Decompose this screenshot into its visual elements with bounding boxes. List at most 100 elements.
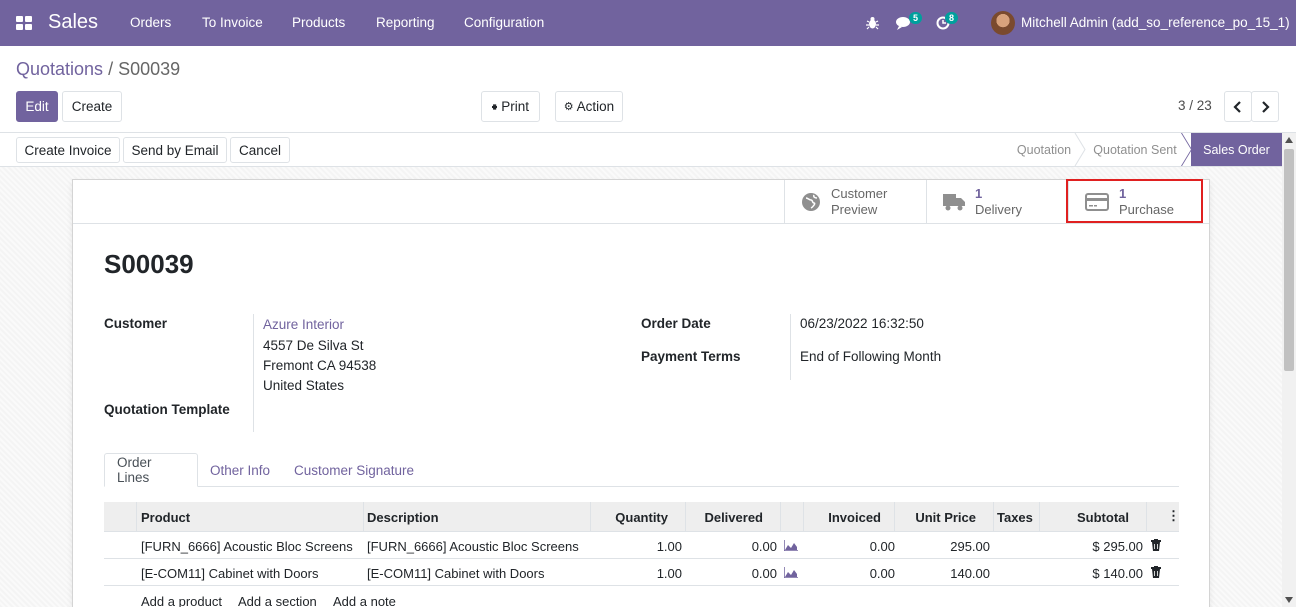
form-statusbar: Create Invoice Send by Email Cancel Quot…	[0, 133, 1296, 167]
row-unit-price: 295.00	[950, 539, 990, 554]
row-product[interactable]: [E-COM11] Cabinet with Doors	[141, 566, 319, 581]
customer-label: Customer	[104, 316, 168, 331]
action-button[interactable]: ⚙ Action	[555, 91, 623, 122]
trash-icon[interactable]	[1151, 539, 1161, 551]
table-row[interactable]: [E-COM11] Cabinet with Doors [E-COM11] C…	[104, 559, 1179, 586]
row-subtotal: $ 140.00	[1092, 566, 1143, 581]
field-divider	[790, 314, 791, 380]
row-description: [FURN_6666] Acoustic Bloc Screens	[367, 539, 579, 554]
row-unit-price: 140.00	[950, 566, 990, 581]
notebook-tabs: Order Lines Other Info Customer Signatur…	[104, 453, 1179, 487]
pager-previous-button[interactable]	[1224, 91, 1252, 122]
customer-link[interactable]: Azure Interior	[263, 317, 344, 332]
chevron-left-icon	[1233, 100, 1241, 113]
pager-next-button[interactable]	[1251, 91, 1279, 122]
col-taxes[interactable]: Taxes	[997, 510, 1033, 525]
user-avatar[interactable]	[991, 11, 1015, 35]
apps-menu-icon[interactable]	[16, 16, 32, 30]
col-subtotal[interactable]: Subtotal	[1039, 510, 1129, 525]
preview-label-1: Customer	[831, 186, 888, 201]
edit-button[interactable]: Edit	[16, 91, 58, 122]
activity-count-badge: 8	[945, 12, 959, 24]
send-by-email-button[interactable]: Send by Email	[123, 137, 227, 163]
payment-terms-label: Payment Terms	[641, 349, 741, 364]
field-divider	[253, 314, 254, 432]
stage-sales-order[interactable]: Sales Order	[1191, 133, 1282, 166]
vertical-scrollbar[interactable]	[1282, 133, 1296, 607]
forecast-chart-icon[interactable]	[784, 567, 798, 578]
form-sheet: Customer Preview 1 Delivery 1 Purchase S000…	[72, 179, 1210, 607]
add-product-link[interactable]: Add a product	[141, 594, 222, 607]
scroll-up-icon[interactable]	[1285, 137, 1293, 143]
customer-street: 4557 De Silva St	[263, 338, 364, 353]
print-icon	[492, 103, 498, 110]
user-menu[interactable]: Mitchell Admin (add_so_reference_po_15_1…	[1021, 15, 1290, 30]
truck-icon	[943, 194, 965, 211]
order-lines-header: Product Description Quantity Delivered I…	[104, 502, 1180, 532]
stage-separator	[1074, 133, 1086, 166]
payment-terms-value: End of Following Month	[800, 349, 942, 364]
tab-customer-signature[interactable]: Customer Signature	[282, 453, 426, 487]
menu-products[interactable]: Products	[292, 15, 345, 30]
col-invoiced[interactable]: Invoiced	[803, 510, 881, 525]
forecast-chart-icon[interactable]	[784, 540, 798, 551]
customer-country: United States	[263, 378, 345, 393]
breadcrumb-current: S00039	[118, 59, 181, 79]
chat-count-badge: 5	[909, 12, 923, 24]
breadcrumb: Quotations / S00039	[16, 59, 180, 80]
row-invoiced: 0.00	[869, 539, 895, 554]
preview-label-2: Preview	[831, 202, 878, 217]
add-note-link[interactable]: Add a note	[333, 594, 396, 607]
control-panel: Quotations / S00039 Edit Create Print ⚙ …	[0, 46, 1296, 133]
row-subtotal: $ 295.00	[1092, 539, 1143, 554]
menu-reporting[interactable]: Reporting	[376, 15, 435, 30]
action-label: Action	[576, 99, 615, 114]
col-description[interactable]: Description	[367, 510, 439, 525]
table-row[interactable]: [FURN_6666] Acoustic Bloc Screens [FURN_…	[104, 532, 1179, 559]
column-options-icon[interactable]: ⋮	[1167, 508, 1180, 524]
customer-preview-button[interactable]: Customer Preview	[784, 180, 926, 224]
bug-icon[interactable]	[866, 16, 879, 30]
order-date-value: 06/23/2022 16:32:50	[800, 316, 924, 331]
create-button[interactable]: Create	[62, 91, 122, 122]
stage-quotation[interactable]: Quotation	[1004, 133, 1084, 166]
create-invoice-button[interactable]: Create Invoice	[16, 137, 120, 163]
print-button[interactable]: Print	[481, 91, 540, 122]
order-date-label: Order Date	[641, 316, 711, 331]
menu-orders[interactable]: Orders	[130, 15, 171, 30]
pager-value[interactable]: 3 / 23	[1178, 98, 1212, 113]
purchase-highlight-box	[1066, 179, 1203, 223]
col-unit-price[interactable]: Unit Price	[894, 510, 976, 525]
top-navbar: Sales Orders To Invoice Products Reporti…	[0, 0, 1296, 46]
quotation-template-label: Quotation Template	[104, 402, 230, 417]
breadcrumb-separator: /	[103, 59, 119, 79]
app-name[interactable]: Sales	[48, 11, 98, 34]
menu-configuration[interactable]: Configuration	[464, 15, 544, 30]
menu-to-invoice[interactable]: To Invoice	[202, 15, 263, 30]
stage-quotation-sent[interactable]: Quotation Sent	[1086, 133, 1184, 166]
scroll-down-icon[interactable]	[1285, 597, 1293, 603]
breadcrumb-quotations[interactable]: Quotations	[16, 59, 103, 79]
print-label: Print	[501, 99, 529, 114]
tab-other-info[interactable]: Other Info	[198, 453, 282, 487]
row-product[interactable]: [FURN_6666] Acoustic Bloc Screens	[141, 539, 353, 554]
row-quantity: 1.00	[656, 539, 682, 554]
col-product[interactable]: Product	[141, 510, 190, 525]
trash-icon[interactable]	[1151, 566, 1161, 578]
globe-icon	[802, 193, 820, 211]
delivery-button[interactable]: 1 Delivery	[926, 180, 1068, 224]
col-quantity[interactable]: Quantity	[590, 510, 668, 525]
chevron-right-icon	[1262, 100, 1270, 113]
row-description: [E-COM11] Cabinet with Doors	[367, 566, 545, 581]
add-section-link[interactable]: Add a section	[238, 594, 317, 607]
row-delivered: 0.00	[751, 539, 777, 554]
gear-icon: ⚙	[563, 101, 574, 113]
tab-order-lines[interactable]: Order Lines	[104, 453, 198, 487]
row-quantity: 1.00	[656, 566, 682, 581]
scrollbar-thumb[interactable]	[1284, 149, 1294, 371]
row-invoiced: 0.00	[869, 566, 895, 581]
customer-city: Fremont CA 94538	[263, 358, 377, 373]
col-delivered[interactable]: Delivered	[685, 510, 763, 525]
cancel-button[interactable]: Cancel	[230, 137, 290, 163]
row-delivered: 0.00	[751, 566, 777, 581]
